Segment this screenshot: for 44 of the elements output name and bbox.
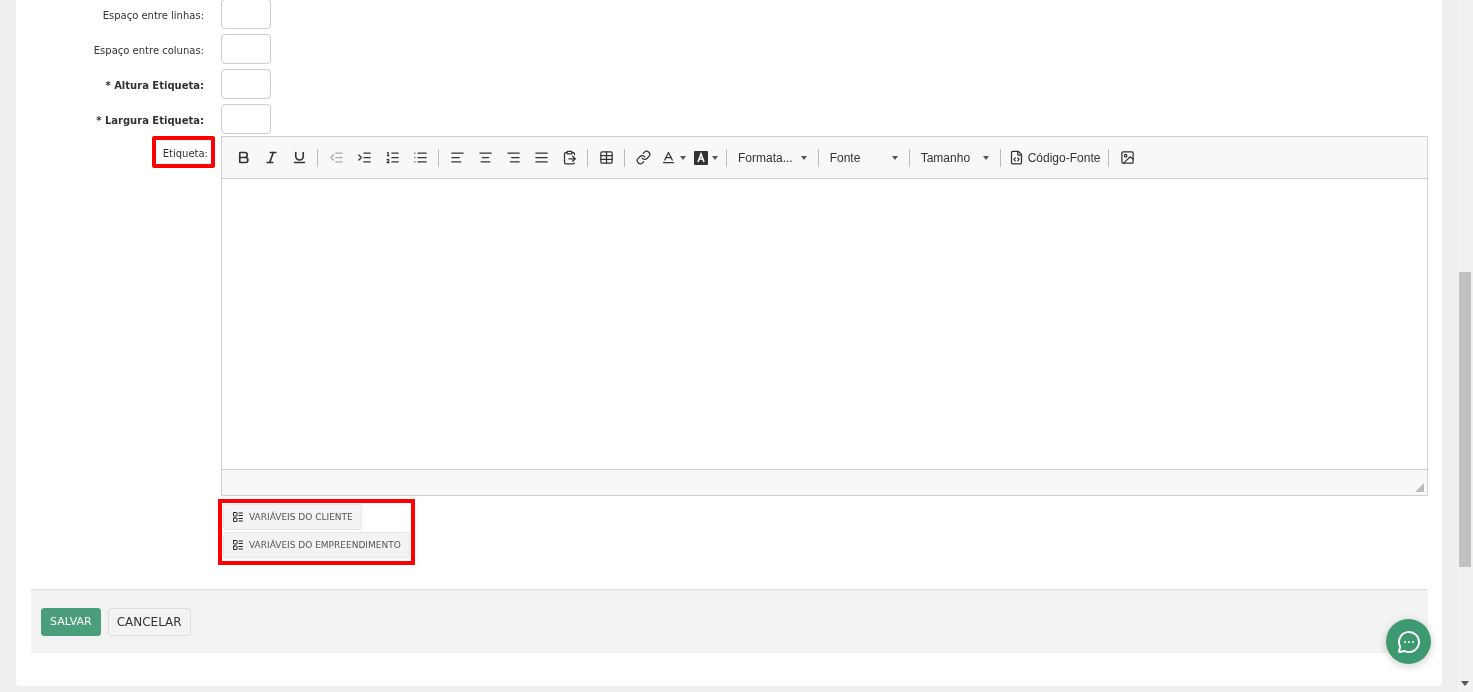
italic-icon xyxy=(263,150,279,165)
variables-button[interactable]: VARIÁVEIS DO EMPREENDIMENTO xyxy=(223,532,410,558)
image-icon xyxy=(1119,150,1135,165)
input-field[interactable] xyxy=(221,33,271,64)
background-color-icon xyxy=(694,150,708,165)
outdent-icon xyxy=(328,150,344,165)
align-justify-icon xyxy=(533,150,549,165)
chat-icon xyxy=(1396,629,1421,654)
numbered-list-icon xyxy=(384,150,400,165)
input-field[interactable] xyxy=(221,103,271,134)
toolbar-dropdown[interactable]: Fonte xyxy=(823,144,904,171)
list-icon xyxy=(232,539,244,551)
resize-handle-icon[interactable] xyxy=(1415,483,1424,492)
caret-icon xyxy=(680,155,686,160)
caret-icon xyxy=(891,155,898,160)
variables-button[interactable]: VARIÁVEIS DO CLIENTE xyxy=(223,504,362,530)
field-label: * Altura Etiqueta: xyxy=(105,79,204,91)
indent-icon xyxy=(356,150,372,165)
caret-icon xyxy=(712,155,718,160)
field-label: Espaço entre colunas: xyxy=(93,44,204,56)
align-right-icon xyxy=(505,150,521,165)
source-button[interactable]: Código-Fonte xyxy=(1005,144,1104,171)
field-label: * Largura Etiqueta: xyxy=(96,114,204,126)
table-icon xyxy=(598,150,614,165)
field-label: Etiqueta: xyxy=(162,148,208,159)
scrollbar-thumb[interactable] xyxy=(1459,272,1471,567)
underline-icon xyxy=(291,150,307,165)
scroll-down-icon[interactable] xyxy=(1461,681,1469,686)
bullet-list-icon xyxy=(412,150,428,165)
toolbar-dropdown[interactable]: Tamanho xyxy=(914,144,995,171)
align-left-icon xyxy=(449,150,465,165)
caret-icon xyxy=(800,155,807,160)
text-color-icon xyxy=(661,150,676,165)
input-field[interactable] xyxy=(221,0,271,29)
field-label: Espaço entre linhas: xyxy=(102,9,204,21)
clipboard-icon xyxy=(561,150,577,165)
input-field[interactable] xyxy=(221,68,271,99)
caret-icon xyxy=(982,155,989,160)
link-icon xyxy=(635,150,651,165)
code-file-icon xyxy=(1008,150,1024,165)
toolbar-dropdown[interactable]: Formata... xyxy=(732,144,813,171)
align-center-icon xyxy=(477,150,493,165)
cancel-button[interactable]: CANCELAR xyxy=(107,607,191,636)
list-icon xyxy=(232,511,244,523)
